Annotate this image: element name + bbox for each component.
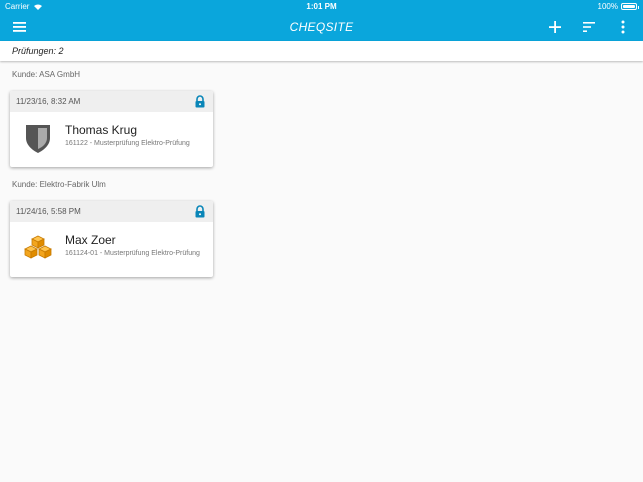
card-body: Thomas Krug 161122 - Musterprüfung Elekt…: [10, 112, 213, 167]
inspection-count-bar: Prüfungen: 2: [0, 41, 643, 61]
more-vert-icon[interactable]: [614, 18, 632, 36]
lock-icon: [195, 205, 205, 218]
inspection-description: 161124-01 - Musterprüfung Elektro-Prüfun…: [65, 250, 200, 257]
inspection-card[interactable]: 11/23/16, 8:32 AM Thomas Krug 161122 - M…: [10, 91, 213, 167]
toolbar: CHEQSITE: [0, 13, 643, 41]
inspector-name: Max Zoer: [65, 233, 116, 247]
inspector-name: Thomas Krug: [65, 123, 138, 137]
inspection-count: Prüfungen: 2: [12, 46, 64, 56]
lock-icon: [195, 95, 205, 108]
battery-icon: [621, 3, 639, 10]
battery-indicator: 100%: [597, 0, 639, 13]
card-header: 11/23/16, 8:32 AM: [10, 91, 213, 112]
add-icon[interactable]: [546, 18, 564, 36]
battery-percent: 100%: [597, 2, 618, 11]
boxes-icon: [24, 235, 52, 259]
card-header: 11/24/16, 5:58 PM: [10, 201, 213, 222]
shield-icon: [26, 125, 50, 153]
card-date: 11/23/16, 8:32 AM: [16, 97, 81, 106]
status-bar: Carrier 1:01 PM 100%: [0, 0, 643, 13]
inspection-description: 161122 - Musterprüfung Elektro-Prüfung: [65, 140, 190, 147]
card-body: Max Zoer 161124-01 - Musterprüfung Elekt…: [10, 222, 213, 277]
customer-label: Kunde: ASA GmbH: [12, 70, 81, 79]
inspection-card[interactable]: 11/24/16, 5:58 PM Max Zoer 161124-01 - M…: [10, 201, 213, 277]
app-bar: Carrier 1:01 PM 100% CHEQSITE: [0, 0, 643, 41]
sort-icon[interactable]: [580, 18, 598, 36]
customer-label: Kunde: Elektro-Fabrik Ulm: [12, 180, 106, 189]
card-date: 11/24/16, 5:58 PM: [16, 207, 81, 216]
status-time: 1:01 PM: [306, 2, 337, 11]
